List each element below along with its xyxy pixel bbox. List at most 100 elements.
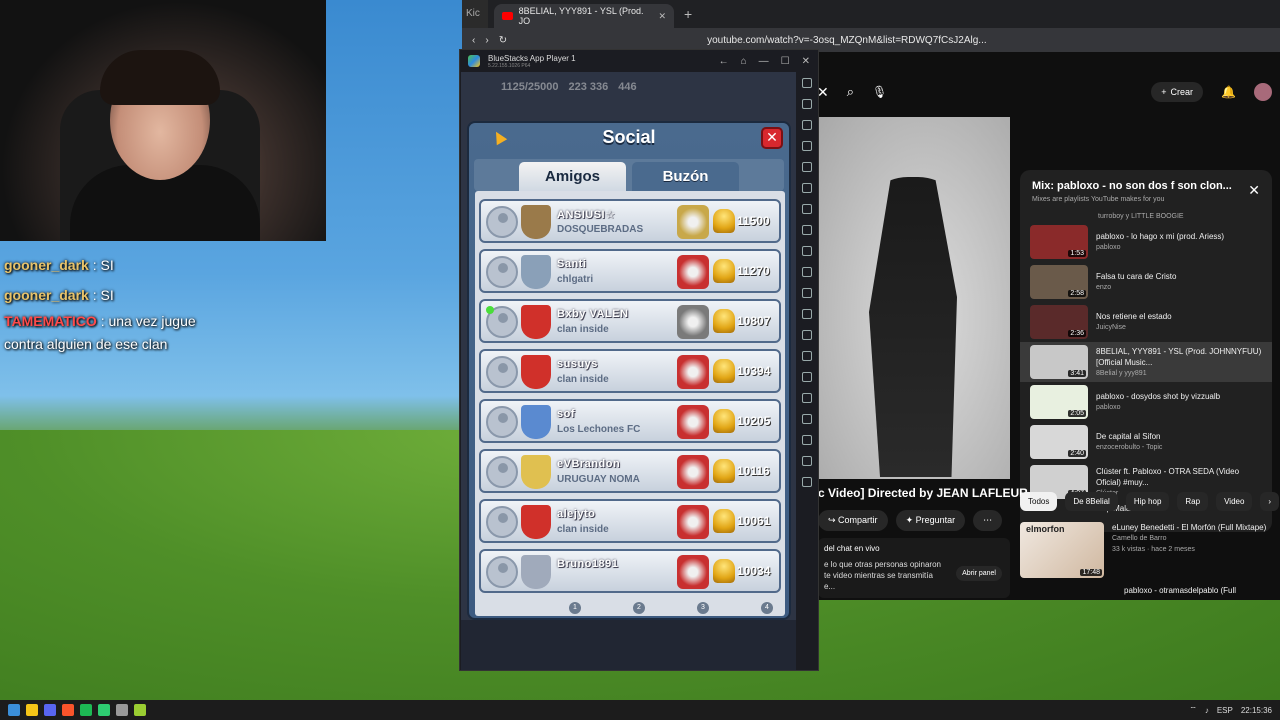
rotate-icon[interactable] [802,183,812,193]
open-panel-button[interactable]: Abrir panel [956,566,1002,581]
close-icon[interactable]: ✕ [1248,182,1260,199]
language-indicator[interactable]: ESP [1217,706,1233,715]
friend-name: Bruno1891 [557,558,619,570]
playlist-item[interactable]: 2:36 Nos retiene el estado JuicyNise [1020,302,1272,342]
reload-icon[interactable]: ↻ [499,35,507,46]
search-icon[interactable]: ⌕ [847,84,854,100]
brave-icon[interactable] [62,704,74,716]
close-button[interactable]: ✕ [761,127,783,149]
browser-tab[interactable]: 8BELIAL, YYY891 - YSL (Prod. JO ✕ [494,4,674,28]
live-chat-summary: del chat en vivo e lo que otras personas… [818,538,1010,598]
rec-next-title[interactable]: pabloxo - otramasdelpablo (Full [1124,586,1236,595]
playlist-item[interactable]: 2:40 De capital al Sifon enzocerobulto - T… [1020,422,1272,462]
playlist-item[interactable]: 2:58 Falsa tu cara de Cristo enzo [1020,262,1272,302]
tab-friends[interactable]: Amigos [519,162,626,192]
page-indicator[interactable]: 2 [633,602,645,614]
share-button[interactable]: ↪ Compartir [818,510,888,531]
friend-name: Santi [557,258,587,270]
playlist-item[interactable]: 3:41 8BELIAL, YYY891 - YSL (Prod. JOHNNYF… [1020,342,1272,382]
start-icon[interactable] [8,704,20,716]
friend-trophies: 10394 [737,364,771,378]
gamepad-icon[interactable] [802,204,812,214]
obs-icon[interactable] [116,704,128,716]
friend-row[interactable]: eVBrandon URUGUAY NOMA 10116 [479,449,781,493]
bluestacks-titlebar: BlueStacks App Player 1 5.22.155.1026 P6… [460,50,818,72]
page-indicator[interactable]: 4 [761,602,773,614]
macro-icon[interactable] [802,288,812,298]
filter-chip[interactable]: Video [1216,492,1253,511]
volume-icon[interactable] [802,99,812,109]
chat-message: contra alguien de ese clan [4,336,168,352]
back-icon[interactable] [802,435,812,445]
youtube-icon [502,12,513,20]
clock[interactable]: 22:15:36 [1241,706,1272,715]
home-icon[interactable] [802,456,812,466]
bluestacks-taskbar-icon[interactable] [134,704,146,716]
wifi-icon[interactable]: ⌔ [1189,705,1197,715]
friend-row[interactable]: Santi chlgatri 11270 [479,249,781,293]
screenshot-icon[interactable] [802,120,812,130]
controls-icon[interactable] [802,225,812,235]
playlist-duration: 2:05 [1068,410,1086,417]
page-indicator[interactable]: 1 [569,602,581,614]
friend-row[interactable]: alejyto clan inside 10061 [479,499,781,543]
filter-chip[interactable]: De 8Belial [1065,492,1118,511]
friend-row[interactable]: Bruno1891 10034 [479,549,781,593]
playlist-item[interactable]: 2:05 pabloxo - dosydos shot by vizzualb pa… [1020,382,1272,422]
arena-icon [677,455,709,489]
filter-chip[interactable]: Todos [1020,492,1058,511]
bell-icon[interactable]: 🔔 [1221,85,1236,99]
forward-icon[interactable]: › [485,35,488,46]
friend-avatar [486,406,518,438]
settings-icon[interactable] [802,414,812,424]
sync-icon[interactable] [802,372,812,382]
location-icon[interactable] [802,330,812,340]
friend-avatar [486,256,518,288]
friend-trophies: 10205 [737,414,771,428]
home-icon[interactable]: ⌂ [741,56,747,67]
recommended-video[interactable]: elmorfon 17:48 eLuney Benedetti - El Mor… [1020,522,1272,578]
friend-row[interactable]: susuys clan inside 10394 [479,349,781,393]
recent-apps-icon[interactable] [802,477,812,487]
media-icon[interactable] [802,267,812,277]
address-bar[interactable]: youtube.com/watch?v=-3osq_MZQnM&list=RDW… [707,35,987,46]
keyboard-icon[interactable] [802,141,812,151]
playlist-item[interactable]: 1:53 pabloxo - lo hago x mi (prod. Ariess… [1020,222,1272,262]
eco-icon[interactable] [802,309,812,319]
clan-badge-icon [521,455,551,489]
playlist-meta: pabloxo - dosydos shot by vizzualb pablox… [1096,391,1220,413]
friend-row[interactable]: ANSIUSI☆ DOSQUEBRADAS 11500 [479,199,781,243]
discord-icon[interactable] [44,704,56,716]
minimize-icon[interactable]: — [759,56,769,67]
page-indicator[interactable]: 3 [697,602,709,614]
chat-line: gooner_dark : SI [4,250,304,280]
tab-inbox[interactable]: Buzón [632,162,739,192]
xbox-icon[interactable] [98,704,110,716]
back-icon[interactable]: ‹ [472,35,475,46]
fullscreen-icon[interactable] [802,78,812,88]
volume-icon[interactable]: ♪ [1205,706,1209,715]
explorer-icon[interactable] [26,704,38,716]
maximize-icon[interactable]: ☐ [781,56,790,67]
sidebar-toggle-icon[interactable] [802,393,812,403]
filter-chip[interactable]: Hip hop [1125,492,1170,511]
ask-button[interactable]: ✦ Preguntar [895,510,966,531]
layers-icon[interactable] [802,351,812,361]
friend-row[interactable]: sof Los Lechones FC 10205 [479,399,781,443]
chevron-right-icon[interactable]: › [1260,492,1280,511]
record-icon[interactable] [802,162,812,172]
close-icon[interactable]: ✕ [802,56,810,67]
avatar[interactable] [1254,83,1272,101]
close-icon[interactable]: ✕ [658,11,666,22]
friend-row[interactable]: Bxby VALEN clan inside 10807 [479,299,781,343]
mic-icon[interactable]: 🎙 [872,85,887,99]
more-icon[interactable]: ⋯ [973,510,1003,531]
create-button[interactable]: + Crear [1151,82,1204,102]
back-icon[interactable]: ← [719,56,729,67]
filter-chip[interactable]: Rap [1177,492,1209,511]
camera-icon[interactable] [802,246,812,256]
spotify-icon[interactable] [80,704,92,716]
new-tab-button[interactable]: + [684,6,692,22]
video-player[interactable] [818,117,1010,479]
playlist-thumbnail: 2:36 [1030,305,1088,339]
